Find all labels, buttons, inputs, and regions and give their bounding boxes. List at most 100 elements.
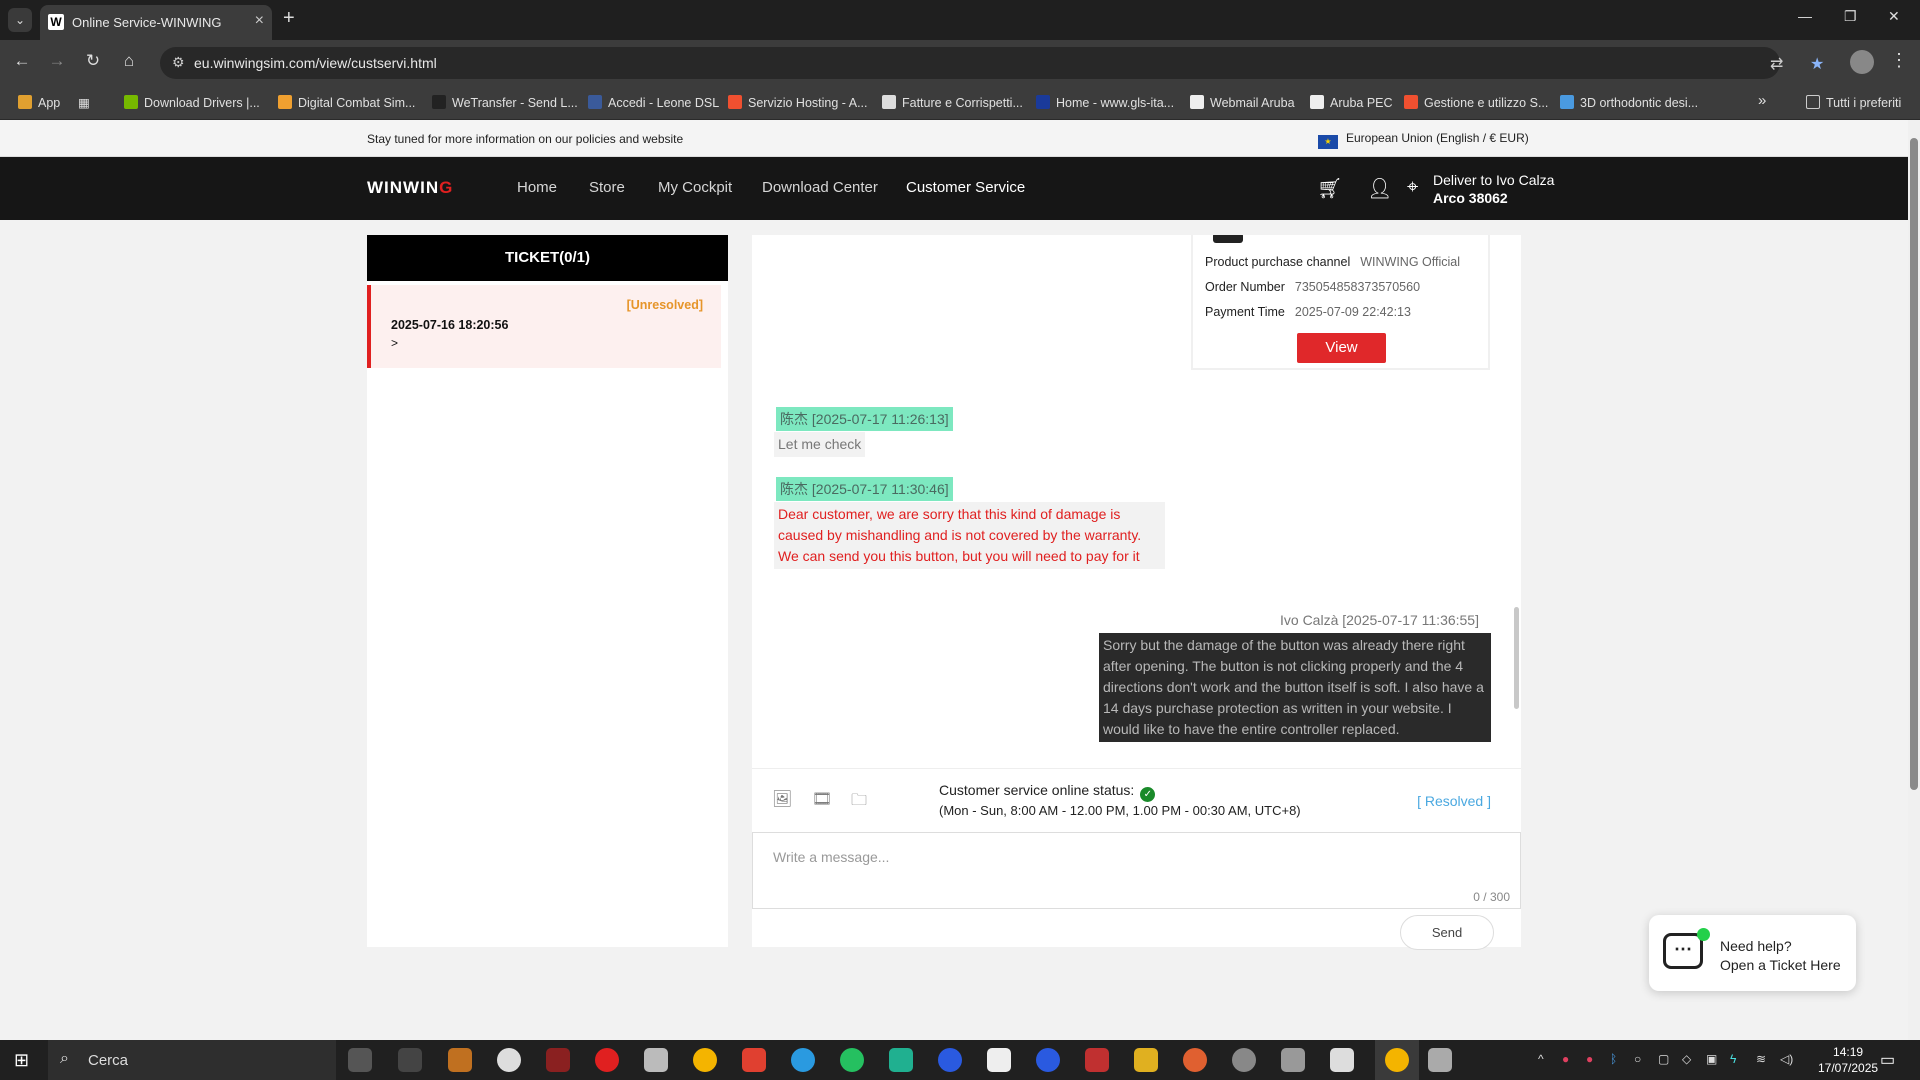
bookmark-item[interactable]: 3D orthodontic desi... (1560, 95, 1698, 110)
telegram-icon[interactable] (791, 1048, 815, 1072)
cart-icon[interactable]: 🛒︎ (1317, 176, 1342, 201)
tray-app-icon[interactable]: ◇ (1682, 1052, 1691, 1066)
ticket-item[interactable]: [Unresolved] 2025-07-16 18:20:56 > (367, 285, 721, 368)
steam-icon[interactable] (497, 1048, 521, 1072)
gmail-icon[interactable] (742, 1048, 766, 1072)
tab-groups-icon[interactable]: ▦ (78, 95, 90, 110)
video-icon[interactable]: 🎞︎ (812, 789, 832, 809)
task-view-icon[interactable] (348, 1048, 372, 1072)
app-icon[interactable] (1428, 1048, 1452, 1072)
online-status: Customer service online status: ✓ (939, 782, 1156, 802)
app-icon[interactable] (889, 1048, 913, 1072)
region-selector[interactable]: ★ European Union (English / € EUR) (1318, 131, 1529, 149)
taskbar-search[interactable]: ⌕ Cerca (48, 1040, 336, 1080)
bookmark-item[interactable]: Home - www.gls-ita... (1036, 95, 1174, 110)
app-icon[interactable] (987, 1048, 1011, 1072)
browser-tab-active[interactable]: W Online Service-WINWING × (40, 5, 272, 40)
app-icon[interactable] (1232, 1048, 1256, 1072)
view-order-button[interactable]: View (1297, 333, 1386, 363)
help-widget[interactable]: ⋯ Need help? Open a Ticket Here (1649, 915, 1856, 991)
bookmark-item[interactable]: Servizio Hosting - A... (728, 95, 868, 110)
bookmark-apps[interactable]: App (18, 95, 60, 110)
bookmark-item[interactable]: Download Drivers |... (124, 95, 260, 110)
file-explorer-icon[interactable] (1134, 1048, 1158, 1072)
browser-menu-icon[interactable]: ⋮ (1890, 50, 1908, 71)
bookmark-star-icon[interactable]: ★ (1810, 54, 1824, 74)
whatsapp-icon[interactable] (840, 1048, 864, 1072)
tray-app-icon[interactable]: ϟ (1730, 1052, 1736, 1066)
nav-my-cockpit[interactable]: My Cockpit (658, 179, 732, 196)
security-shield-icon[interactable] (398, 1048, 422, 1072)
restore-icon[interactable]: ❐ (1844, 8, 1857, 25)
app-icon[interactable] (546, 1048, 570, 1072)
window-close-icon[interactable]: ✕ (1888, 8, 1900, 25)
chrome-icon[interactable] (693, 1048, 717, 1072)
send-button[interactable]: Send (1400, 915, 1494, 950)
taskbar-clock[interactable]: 14:19 17/07/2025 (1818, 1044, 1878, 1076)
tab-list-chevron-icon[interactable]: ⌄ (8, 8, 32, 32)
app-icon[interactable] (1036, 1048, 1060, 1072)
location-pin-icon[interactable]: ⌖ (1407, 176, 1418, 199)
calculator-icon[interactable] (1281, 1048, 1305, 1072)
tray-app-icon[interactable]: ▢ (1658, 1052, 1669, 1066)
bookmark-item[interactable]: Webmail Aruba (1190, 95, 1295, 110)
tray-app-icon[interactable]: ● (1562, 1052, 1569, 1066)
tray-chevron-icon[interactable]: ^ (1538, 1052, 1544, 1066)
tray-app-icon[interactable]: ▣ (1706, 1052, 1717, 1066)
bluetooth-icon[interactable]: ᛒ (1610, 1052, 1617, 1066)
all-bookmarks[interactable]: Tutti i preferiti (1806, 95, 1901, 110)
chat-messages[interactable]: Product purchase channel WINWING Official… (752, 235, 1521, 768)
profile-avatar[interactable] (1850, 50, 1874, 74)
message-meta: 陈杰 [2025-07-17 11:26:13] (776, 407, 953, 431)
back-arrow-icon[interactable]: ← (10, 51, 34, 71)
bookmarks-bar: App ▦ Download Drivers |... Digital Comb… (0, 86, 1920, 120)
user-icon[interactable]: 👤︎ (1367, 176, 1392, 201)
gt3-icon[interactable] (595, 1048, 619, 1072)
close-icon[interactable]: × (255, 12, 264, 30)
folder-icon[interactable]: 🗀 (851, 789, 867, 816)
resolved-button[interactable]: [ Resolved ] (1417, 793, 1491, 809)
order-number-row: Order Number 735054858373570560 (1205, 280, 1421, 294)
chat-scrollbar[interactable] (1514, 607, 1519, 709)
bookmarks-more-icon[interactable]: » (1758, 92, 1766, 109)
bookmark-item[interactable]: Digital Combat Sim... (278, 95, 415, 110)
nav-store[interactable]: Store (589, 179, 625, 196)
page-scrollbar[interactable] (1908, 120, 1920, 1040)
new-tab-plus-icon[interactable]: + (283, 7, 295, 30)
forward-arrow-icon[interactable]: → (45, 51, 69, 71)
bookmark-item[interactable]: Accedi - Leone DSL (588, 95, 719, 110)
nav-home[interactable]: Home (517, 179, 557, 196)
message-meta: Ivo Calzà [2025-07-17 11:36:55] (1280, 612, 1479, 628)
reload-icon[interactable]: ↻ (81, 51, 105, 71)
nav-customer-service[interactable]: Customer Service (906, 179, 1025, 196)
tray-app-icon[interactable]: ○ (1634, 1052, 1641, 1066)
app-icon[interactable] (1183, 1048, 1207, 1072)
app-icon[interactable] (448, 1048, 472, 1072)
app-icon[interactable] (938, 1048, 962, 1072)
windows-start-icon[interactable]: ⊞ (14, 1050, 29, 1071)
app-icon[interactable] (1085, 1048, 1109, 1072)
bookmark-item[interactable]: WeTransfer - Send L... (432, 95, 578, 110)
home-icon[interactable]: ⌂ (117, 51, 141, 71)
nav-download-center[interactable]: Download Center (762, 179, 878, 196)
image-icon[interactable]: 🖼︎ (772, 789, 792, 809)
address-bar[interactable]: ⚙ eu.winwingsim.com/view/custservi.html … (160, 47, 1824, 79)
message-input[interactable] (773, 849, 1473, 865)
bookmark-item[interactable]: Fatture e Corrispetti... (882, 95, 1023, 110)
app-icon[interactable] (644, 1048, 668, 1072)
tray-app-icon[interactable]: ● (1586, 1052, 1593, 1066)
minimize-icon[interactable]: — (1798, 8, 1812, 24)
page-scroll-thumb[interactable] (1910, 138, 1918, 790)
chrome-active-icon[interactable] (1385, 1048, 1409, 1072)
bookmark-item[interactable]: Gestione e utilizzo S... (1404, 95, 1548, 110)
translate-icon[interactable]: ⇄ (1770, 54, 1783, 74)
url-text[interactable]: eu.winwingsim.com/view/custservi.html (194, 55, 437, 71)
bookmark-item[interactable]: Aruba PEC (1310, 95, 1393, 110)
app-icon[interactable] (1330, 1048, 1354, 1072)
volume-icon[interactable]: ◁) (1780, 1052, 1793, 1066)
winwing-logo[interactable]: WINWING (367, 178, 453, 198)
site-info-icon[interactable]: ⚙ (172, 54, 185, 71)
deliver-to[interactable]: Deliver to Ivo Calza Arco 38062 (1433, 171, 1554, 207)
notification-icon[interactable]: ▭ (1880, 1050, 1895, 1070)
wifi-icon[interactable]: ≋ (1756, 1052, 1766, 1066)
